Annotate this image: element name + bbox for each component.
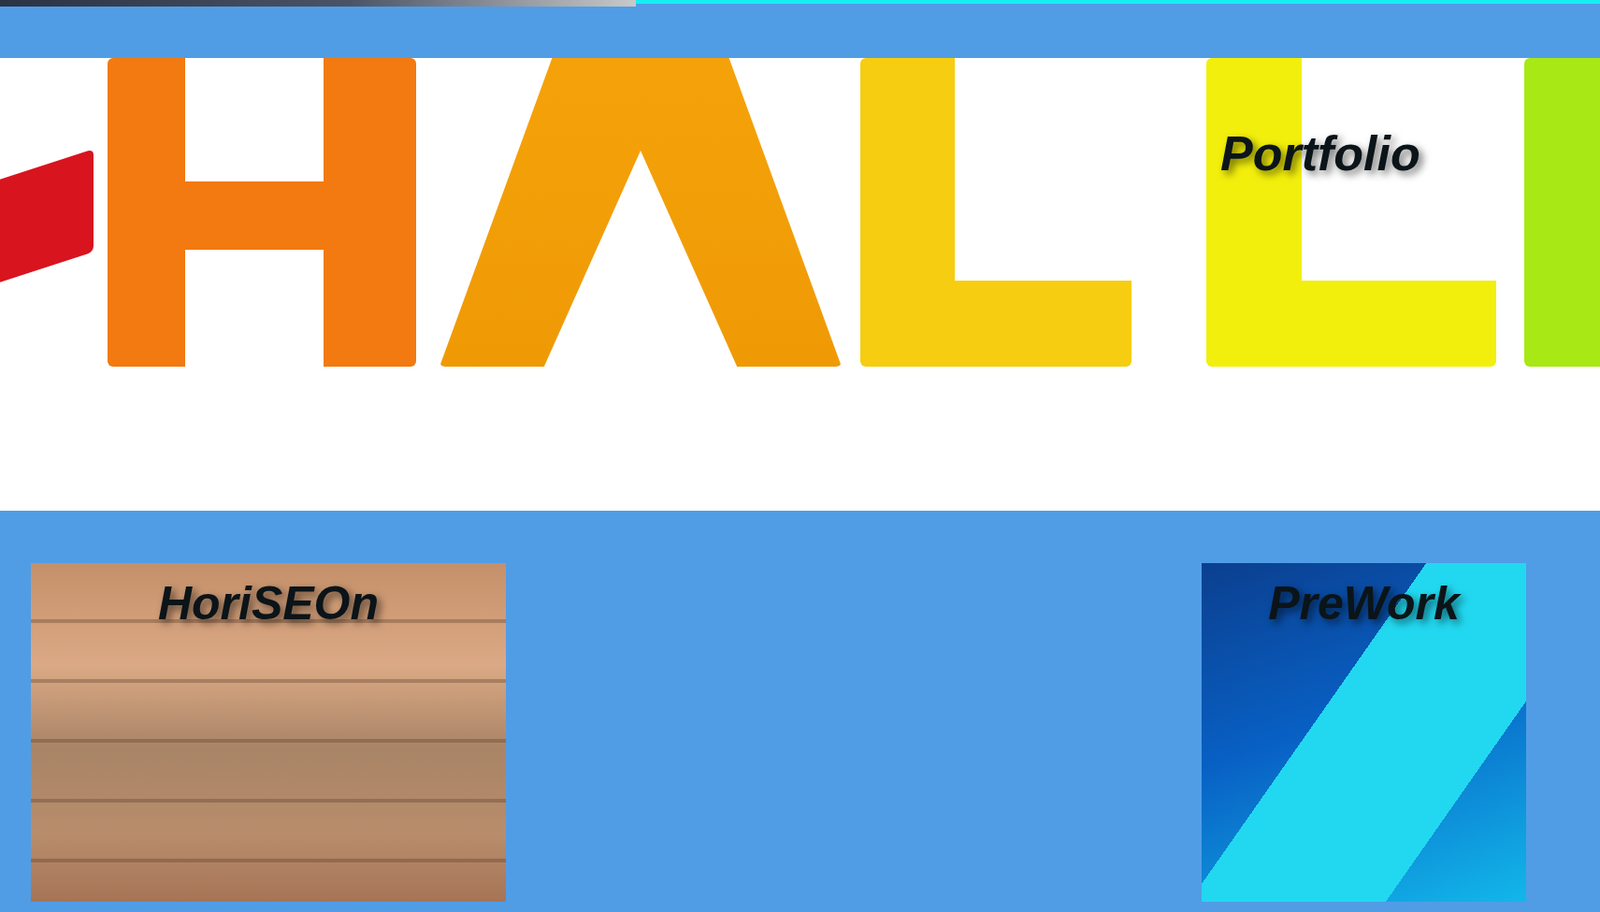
top-strip: [0, 0, 1600, 7]
project-card[interactable]: HoriSEOn: [30, 562, 506, 902]
hero-title: Portfolio: [1220, 125, 1421, 182]
top-line: [635, 0, 1600, 7]
hero-figure: [439, 57, 842, 367]
hero-figure: [107, 57, 417, 367]
top-photo: [0, 0, 636, 7]
project-card[interactable]: PreWork: [1201, 562, 1527, 902]
hero-figure: [1206, 57, 1497, 367]
hero-banner: Portfolio: [0, 57, 1600, 511]
hero-figure: [0, 148, 94, 294]
project-list: HoriSEOn PreWork: [0, 510, 1600, 902]
project-title[interactable]: HoriSEOn: [158, 576, 379, 631]
portfolio-page: Portfolio HoriSEOn PreWork: [0, 0, 1600, 912]
hero-figure: [860, 57, 1132, 367]
hero-figure: [1524, 57, 1600, 367]
header-band: [0, 6, 1600, 58]
project-title[interactable]: PreWork: [1268, 576, 1460, 631]
